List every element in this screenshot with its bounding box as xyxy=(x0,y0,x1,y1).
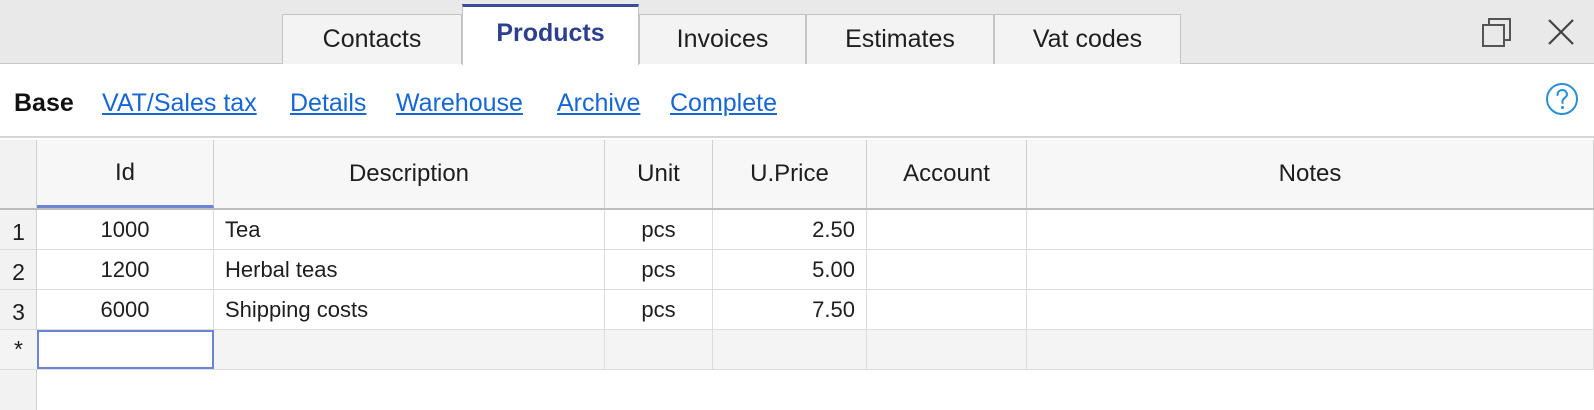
cell-description[interactable]: Herbal teas xyxy=(214,250,605,289)
view-switcher: Base VAT/Sales tax Details Warehouse Arc… xyxy=(0,65,1594,138)
view-vat-sales-tax-link[interactable]: VAT/Sales tax xyxy=(102,88,257,118)
cell-description[interactable] xyxy=(214,330,605,369)
row-number[interactable]: 3 xyxy=(0,290,37,329)
cell-account[interactable] xyxy=(867,290,1027,329)
tab-contacts[interactable]: Contacts xyxy=(282,14,462,64)
selected-cell-id[interactable] xyxy=(37,330,214,369)
table-corner xyxy=(0,140,37,208)
column-header-unit-price[interactable]: U.Price xyxy=(713,140,867,208)
cell-id[interactable]: 1200 xyxy=(37,250,214,289)
column-header-description[interactable]: Description xyxy=(214,140,605,208)
close-icon[interactable] xyxy=(1544,15,1578,49)
tab-estimates[interactable]: Estimates xyxy=(806,14,994,64)
tab-products[interactable]: Products xyxy=(462,4,639,65)
help-circle-icon[interactable] xyxy=(1545,82,1579,116)
row-number[interactable]: 1 xyxy=(0,210,37,249)
cell-unit-price[interactable]: 2.50 xyxy=(713,210,867,249)
tab-invoices[interactable]: Invoices xyxy=(639,14,806,64)
view-archive-link[interactable]: Archive xyxy=(557,88,640,118)
view-warehouse-link[interactable]: Warehouse xyxy=(396,88,523,118)
column-header-account[interactable]: Account xyxy=(867,140,1027,208)
view-base: Base xyxy=(14,89,74,117)
cell-account[interactable] xyxy=(867,330,1027,369)
cell-id[interactable]: 1000 xyxy=(37,210,214,249)
view-complete-link[interactable]: Complete xyxy=(670,88,777,118)
table-row: 2 1200 Herbal teas pcs 5.00 xyxy=(0,250,1594,290)
column-header-notes[interactable]: Notes xyxy=(1027,140,1594,208)
tab-bar: Contacts Products Invoices Estimates Vat… xyxy=(0,0,1594,65)
cell-unit[interactable] xyxy=(605,330,713,369)
cell-account[interactable] xyxy=(867,210,1027,249)
cell-unit[interactable]: pcs xyxy=(605,210,713,249)
tab-vat-codes[interactable]: Vat codes xyxy=(994,14,1181,64)
cell-unit[interactable]: pcs xyxy=(605,250,713,289)
cell-description[interactable]: Tea xyxy=(214,210,605,249)
cell-account[interactable] xyxy=(867,250,1027,289)
cell-unit[interactable]: pcs xyxy=(605,290,713,329)
cell-notes[interactable] xyxy=(1027,290,1594,329)
new-row-marker[interactable]: * xyxy=(0,330,37,369)
cell-unit-price[interactable]: 5.00 xyxy=(713,250,867,289)
cell-unit-price[interactable]: 7.50 xyxy=(713,290,867,329)
table-header: Id Description Unit U.Price Account Note… xyxy=(0,140,1594,210)
cell-notes[interactable] xyxy=(1027,250,1594,289)
cell-id[interactable]: 6000 xyxy=(37,290,214,329)
view-details-link[interactable]: Details xyxy=(290,88,366,118)
cell-notes[interactable] xyxy=(1027,330,1594,369)
column-header-unit[interactable]: Unit xyxy=(605,140,713,208)
table-row: 3 6000 Shipping costs pcs 7.50 xyxy=(0,290,1594,330)
table-row: 1 1000 Tea pcs 2.50 xyxy=(0,210,1594,250)
column-header-id[interactable]: Id xyxy=(37,140,214,208)
cell-description[interactable]: Shipping costs xyxy=(214,290,605,329)
new-row: * xyxy=(0,330,1594,370)
restore-window-icon[interactable] xyxy=(1480,17,1514,49)
cell-notes[interactable] xyxy=(1027,210,1594,249)
row-number[interactable]: 2 xyxy=(0,250,37,289)
products-table: Id Description Unit U.Price Account Note… xyxy=(0,140,1594,410)
cell-unit-price[interactable] xyxy=(713,330,867,369)
